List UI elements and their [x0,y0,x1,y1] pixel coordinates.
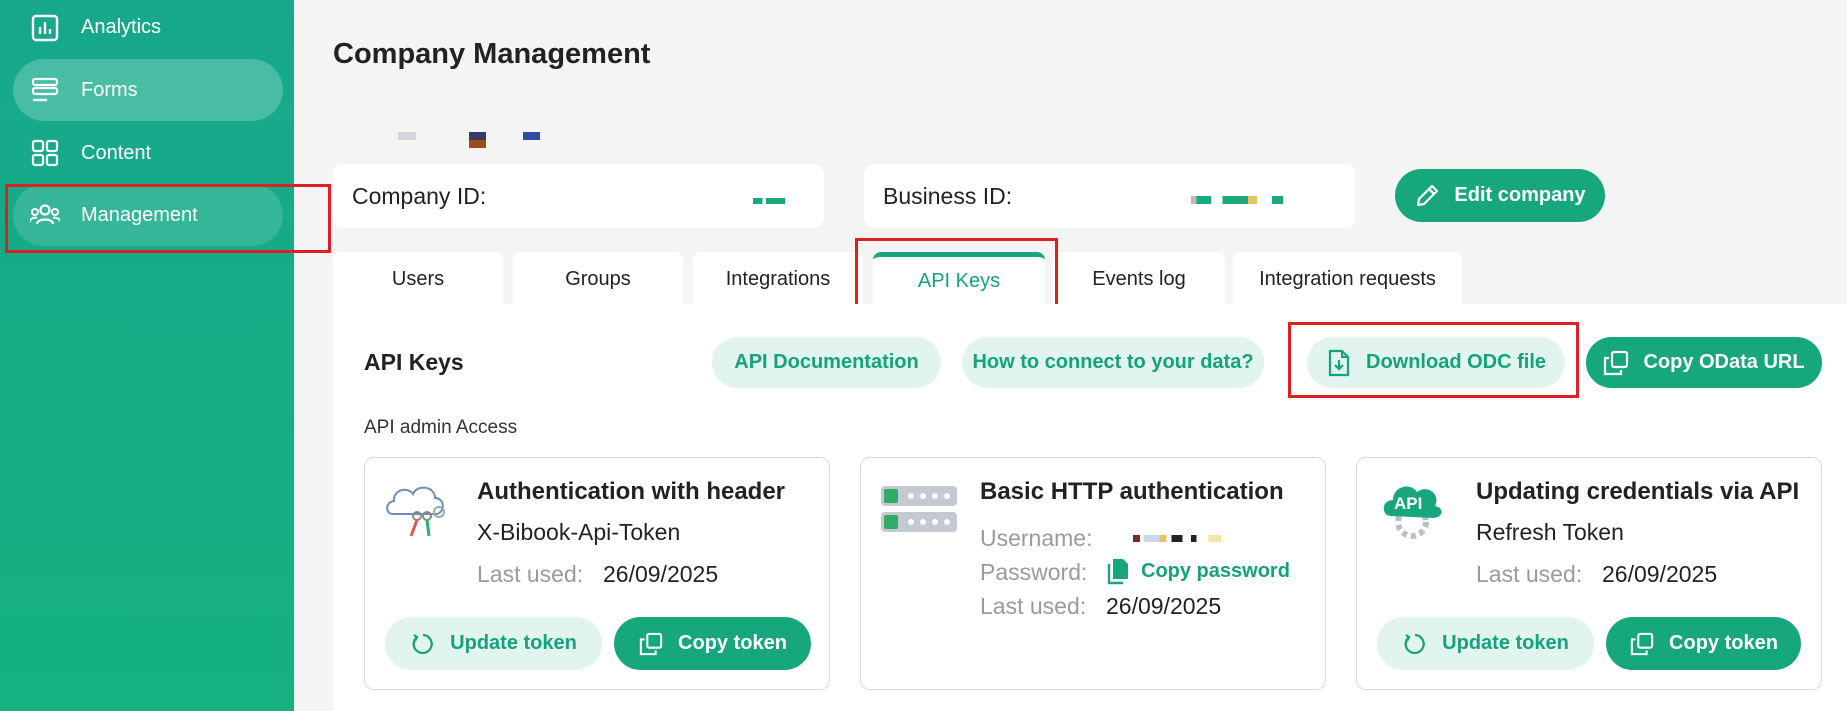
api-keys-title: API Keys [364,349,464,375]
company-id-card: Company ID: [333,164,824,228]
forms-list-icon [29,74,61,106]
card-refresh-token: API Updating credentials via API Refresh… [1356,457,1822,690]
api-documentation-label: API Documentation [734,351,919,373]
card-title: Updating credentials via API [1476,478,1800,505]
username-label: Username: [980,525,1093,551]
cloud-keys-icon [383,478,455,542]
last-used-label: Last used: [1476,561,1583,587]
refresh-icon [1402,631,1428,657]
how-to-connect-button[interactable]: How to connect to your data? [962,337,1264,388]
token-name: Refresh Token [1476,519,1624,545]
api-admin-access-label: API admin Access [364,417,518,438]
sidebar-item-management[interactable]: Management [13,184,283,246]
server-lock-icon [881,486,957,534]
update-token-button[interactable]: Update token [1377,617,1594,670]
copy-odata-url-button[interactable]: Copy OData URL [1586,337,1822,388]
update-token-button[interactable]: Update token [385,617,602,670]
copy-token-button[interactable]: Copy token [1606,617,1801,670]
token-name: X-Bibook-Api-Token [477,519,681,545]
card-basic-auth: Basic HTTP authentication Username: Pass… [860,457,1326,690]
copy-icon [638,631,664,657]
sidebar-item-analytics[interactable]: Analytics [13,0,283,55]
tab-api-keys[interactable]: API Keys [873,252,1045,306]
copy-icon [1629,631,1655,657]
last-used-value: 26/09/2025 [1602,561,1718,587]
password-label: Password: [980,559,1088,585]
company-id-value-redacted [753,198,785,204]
edit-company-label: Edit company [1454,184,1586,206]
users-icon [29,199,61,231]
card-title: Basic HTTP authentication [980,478,1284,505]
username-value-redacted [1133,535,1221,542]
copy-icon [1603,350,1629,376]
sidebar-item-label: Content [81,141,152,164]
update-token-label: Update token [1442,632,1569,654]
download-odc-label: Download ODC file [1366,351,1546,373]
sidebar-item-label: Management [81,203,198,226]
last-used-value: 26/09/2025 [603,561,719,587]
api-documentation-button[interactable]: API Documentation [712,337,941,388]
sidebar-item-label: Forms [81,78,138,101]
copy-token-label: Copy token [1669,632,1778,654]
business-id-value-redacted [1191,196,1283,204]
copy-file-icon [1107,557,1129,585]
page-title: Company Management [333,38,651,70]
tab-integrations[interactable]: Integrations [693,252,863,306]
update-token-label: Update token [450,632,577,654]
business-id-label: Business ID: [883,182,1013,209]
copy-token-label: Copy token [678,632,787,654]
copy-password-link[interactable]: Copy password [1107,557,1290,585]
chart-bar-icon [29,12,61,44]
last-used-label: Last used: [980,593,1087,619]
sidebar-item-label: Analytics [81,16,162,38]
tab-groups[interactable]: Groups [513,252,683,306]
tab-users[interactable]: Users [333,252,503,306]
grid-icon [29,137,61,169]
api-cloud-gear-icon: API [1381,478,1443,542]
card-header-auth: Authentication with header X-Bibook-Api-… [364,457,830,690]
company-id-label: Company ID: [352,182,487,209]
tab-events-log[interactable]: Events log [1053,252,1225,306]
copy-token-button[interactable]: Copy token [614,617,811,670]
copy-odata-url-label: Copy OData URL [1643,351,1805,373]
sidebar-item-forms[interactable]: Forms [13,59,283,121]
download-odc-button[interactable]: Download ODC file [1307,337,1565,388]
last-used-label: Last used: [477,561,584,587]
how-to-connect-label: How to connect to your data? [972,351,1254,373]
sidebar: Analytics Forms Content Management [0,0,294,711]
api-badge-label: API [1394,494,1423,513]
tab-integration-requests[interactable]: Integration requests [1233,252,1462,306]
card-title: Authentication with header [477,478,786,505]
sidebar-item-content[interactable]: Content [13,122,283,184]
copy-password-label: Copy password [1141,559,1290,582]
pencil-icon [1414,183,1440,209]
refresh-icon [410,631,436,657]
business-id-card: Business ID: [864,164,1355,228]
edit-company-button[interactable]: Edit company [1395,169,1605,222]
last-used-value: 26/09/2025 [1106,593,1222,619]
file-download-icon [1326,349,1352,376]
